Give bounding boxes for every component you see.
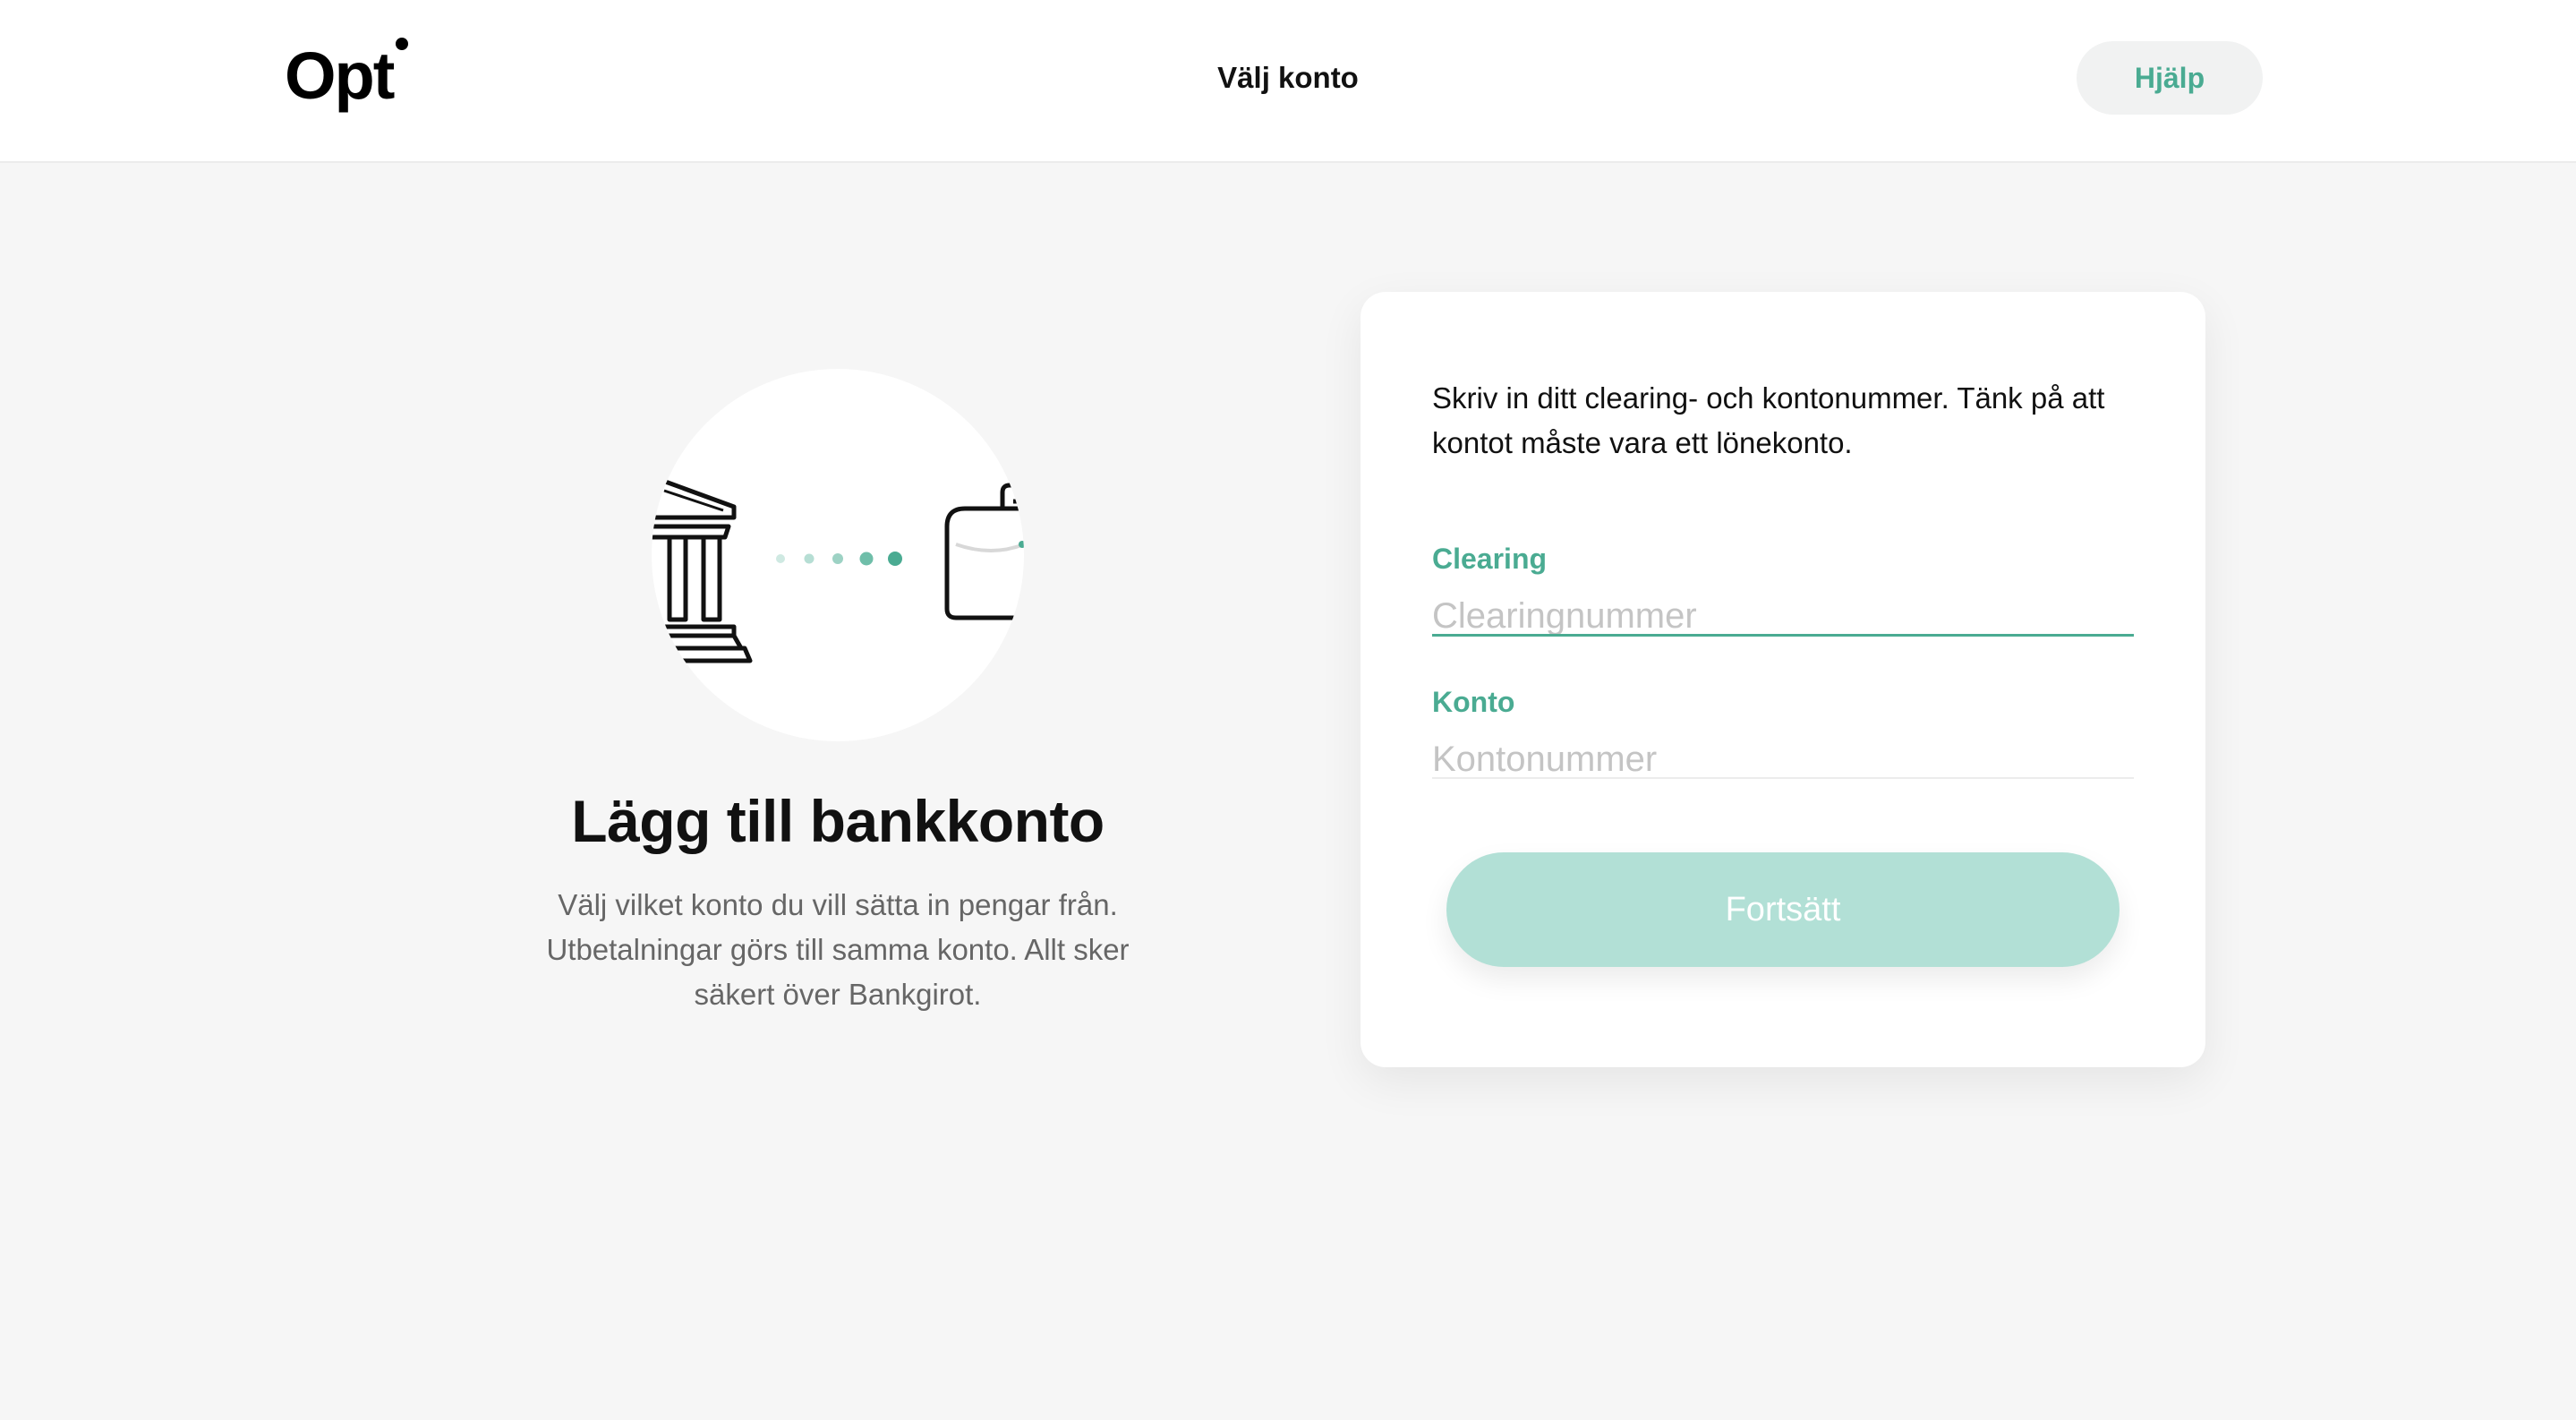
account-form-card: Skriv in ditt clearing- och kontonummer.… [1361, 292, 2205, 1067]
account-input-underline [1432, 777, 2134, 779]
help-button[interactable]: Hjälp [2077, 41, 2263, 115]
bank-icon [652, 477, 753, 663]
add-bank-account-description: Välj vilket konto du vill sätta in penga… [546, 888, 1130, 1011]
clearing-label: Clearing [1432, 543, 1548, 575]
wallet-icon [944, 483, 1024, 620]
bank-transfer-illustration [652, 369, 1024, 741]
logo-dot [396, 38, 408, 50]
clearing-input-underline [1432, 634, 2134, 637]
continue-button[interactable]: Fortsätt [1446, 852, 2120, 967]
progress-dots [776, 552, 902, 566]
form-instructions: Skriv in ditt clearing- och kontonummer.… [1432, 381, 2105, 459]
add-bank-account-title: Lägg till bankkonto [571, 788, 1105, 854]
top-bar: Opt Välj konto Hjälp [0, 0, 2576, 163]
account-label: Konto [1432, 686, 1515, 718]
